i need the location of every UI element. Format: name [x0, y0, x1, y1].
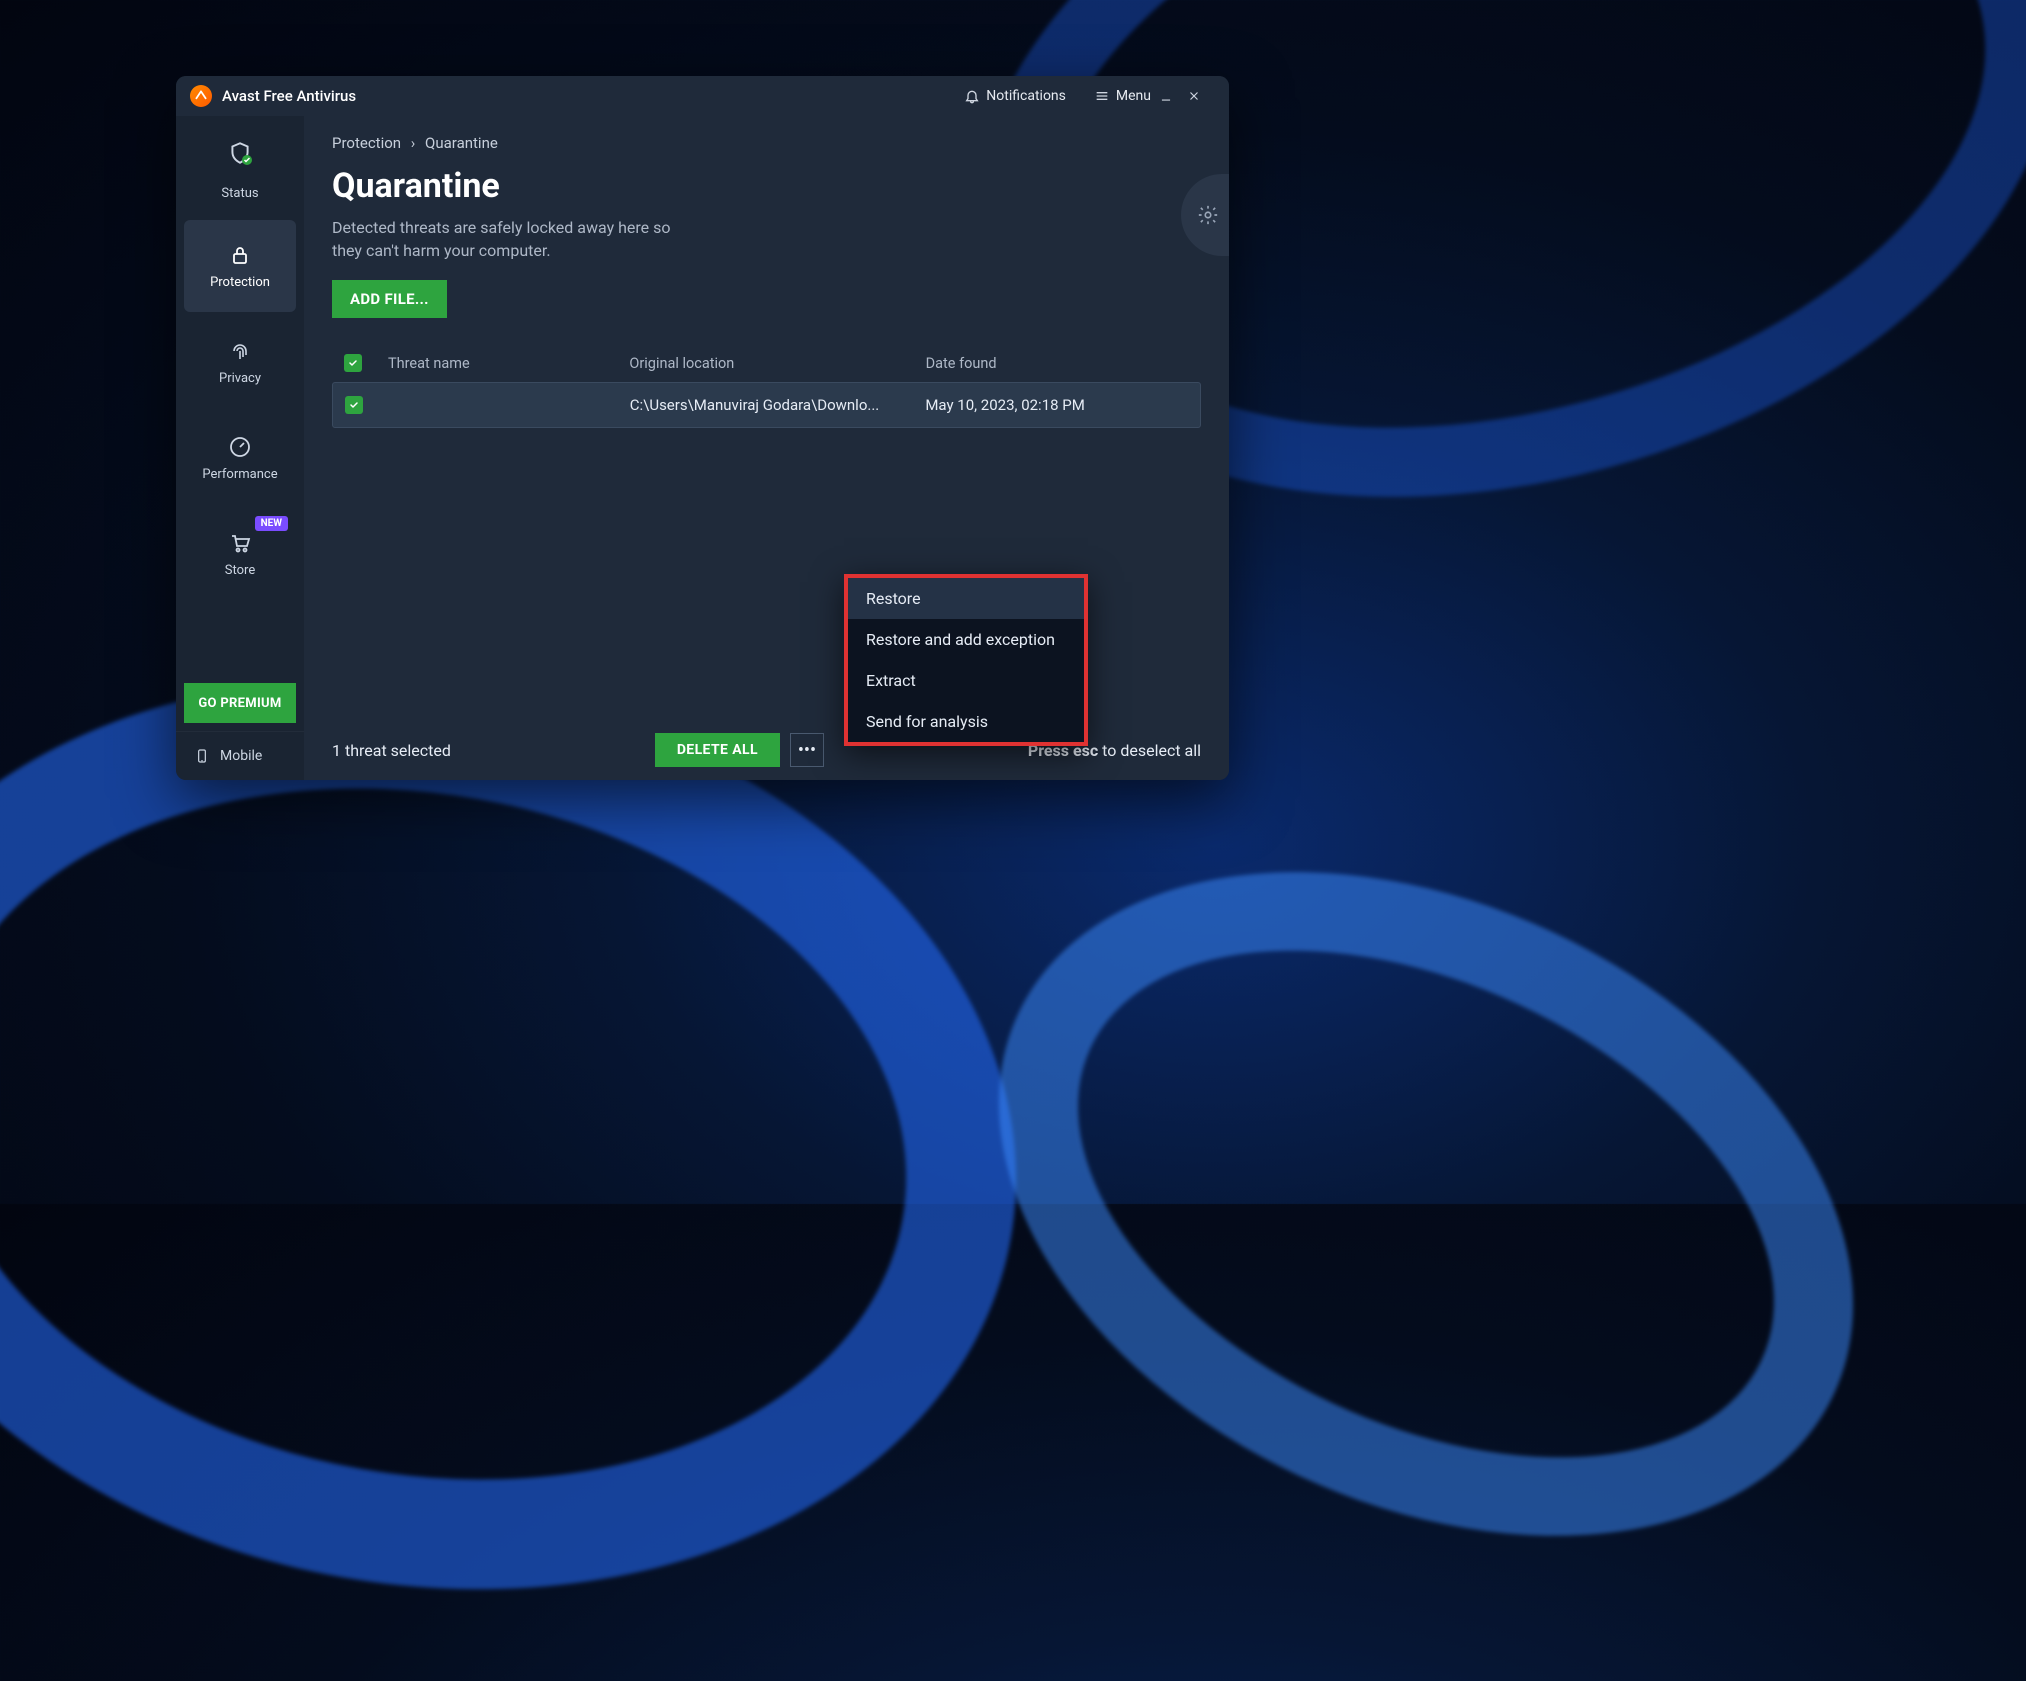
menu-label: Menu: [1116, 88, 1151, 104]
delete-all-button[interactable]: DELETE ALL: [655, 733, 780, 767]
titlebar: Avast Free Antivirus Notifications Menu: [176, 76, 1229, 116]
notifications-label: Notifications: [986, 88, 1066, 104]
shield-icon: [227, 140, 253, 178]
go-premium-button[interactable]: GO PREMIUM: [184, 683, 296, 723]
sidebar-item-privacy[interactable]: Privacy: [184, 316, 296, 408]
breadcrumb: Protection › Quarantine: [332, 134, 1201, 152]
page-title: Quarantine: [332, 166, 1201, 206]
breadcrumb-current: Quarantine: [425, 134, 498, 152]
cart-icon: [228, 531, 252, 555]
sidebar-item-store[interactable]: NEW Store: [184, 508, 296, 600]
main-content: Protection › Quarantine Quarantine Detec…: [304, 116, 1229, 780]
breadcrumb-parent[interactable]: Protection: [332, 134, 401, 152]
add-file-button[interactable]: ADD FILE...: [332, 280, 447, 318]
gauge-icon: [228, 435, 252, 459]
menu-item-restore-add-exception[interactable]: Restore and add exception: [848, 619, 1084, 660]
window-title: Avast Free Antivirus: [222, 87, 356, 105]
sidebar-item-label: Privacy: [219, 371, 261, 386]
menu-button[interactable]: Menu: [1086, 84, 1159, 108]
esc-hint-rest: to deselect all: [1098, 741, 1201, 760]
sidebar: Status Protection Privacy Performance: [176, 116, 304, 780]
avast-logo-icon: [190, 85, 212, 107]
lock-icon: [228, 243, 252, 267]
quarantine-table: Threat name Original location Date found…: [332, 344, 1201, 428]
mobile-label: Mobile: [220, 748, 262, 764]
mobile-icon: [194, 746, 210, 766]
page-description: Detected threats are safely locked away …: [332, 216, 692, 262]
notifications-button[interactable]: Notifications: [956, 84, 1074, 108]
sidebar-item-label: Status: [221, 186, 258, 201]
gear-icon: [1197, 204, 1219, 226]
cell-location: C:\Users\Manuviraj Godara\Downlo...: [630, 396, 926, 414]
app-window: Avast Free Antivirus Notifications Menu: [176, 76, 1229, 780]
close-button[interactable]: [1187, 89, 1215, 103]
col-threat-name[interactable]: Threat name: [388, 355, 629, 372]
more-actions-button[interactable]: •••: [790, 733, 824, 767]
col-date-found[interactable]: Date found: [926, 355, 1189, 372]
menu-item-extract[interactable]: Extract: [848, 660, 1084, 701]
breadcrumb-separator: ›: [411, 134, 416, 152]
new-badge: NEW: [255, 516, 288, 531]
kebab-icon: •••: [798, 740, 816, 761]
row-checkbox[interactable]: [345, 396, 363, 414]
menu-item-send-for-analysis[interactable]: Send for analysis: [848, 701, 1084, 742]
more-actions-menu: Restore Restore and add exception Extrac…: [844, 574, 1088, 746]
sidebar-item-mobile[interactable]: Mobile: [176, 731, 304, 780]
table-header: Threat name Original location Date found: [332, 344, 1201, 382]
table-row[interactable]: C:\Users\Manuviraj Godara\Downlo... May …: [332, 382, 1201, 428]
sidebar-item-label: Protection: [210, 275, 270, 290]
menu-item-restore[interactable]: Restore: [848, 578, 1084, 619]
minimize-button[interactable]: [1159, 89, 1187, 103]
sidebar-item-performance[interactable]: Performance: [184, 412, 296, 504]
select-all-checkbox[interactable]: [344, 354, 362, 372]
bell-icon: [964, 88, 980, 104]
sidebar-item-protection[interactable]: Protection: [184, 220, 296, 312]
hamburger-icon: [1094, 88, 1110, 104]
sidebar-item-status[interactable]: Status: [184, 124, 296, 216]
col-original-location[interactable]: Original location: [629, 355, 925, 372]
selection-count: 1 threat selected: [332, 741, 451, 760]
sidebar-item-label: Store: [225, 563, 255, 578]
cell-date: May 10, 2023, 02:18 PM: [925, 396, 1188, 414]
fingerprint-icon: [228, 339, 252, 363]
selection-footer: 1 threat selected DELETE ALL ••• Press e…: [304, 720, 1229, 780]
sidebar-item-label: Performance: [202, 467, 277, 482]
